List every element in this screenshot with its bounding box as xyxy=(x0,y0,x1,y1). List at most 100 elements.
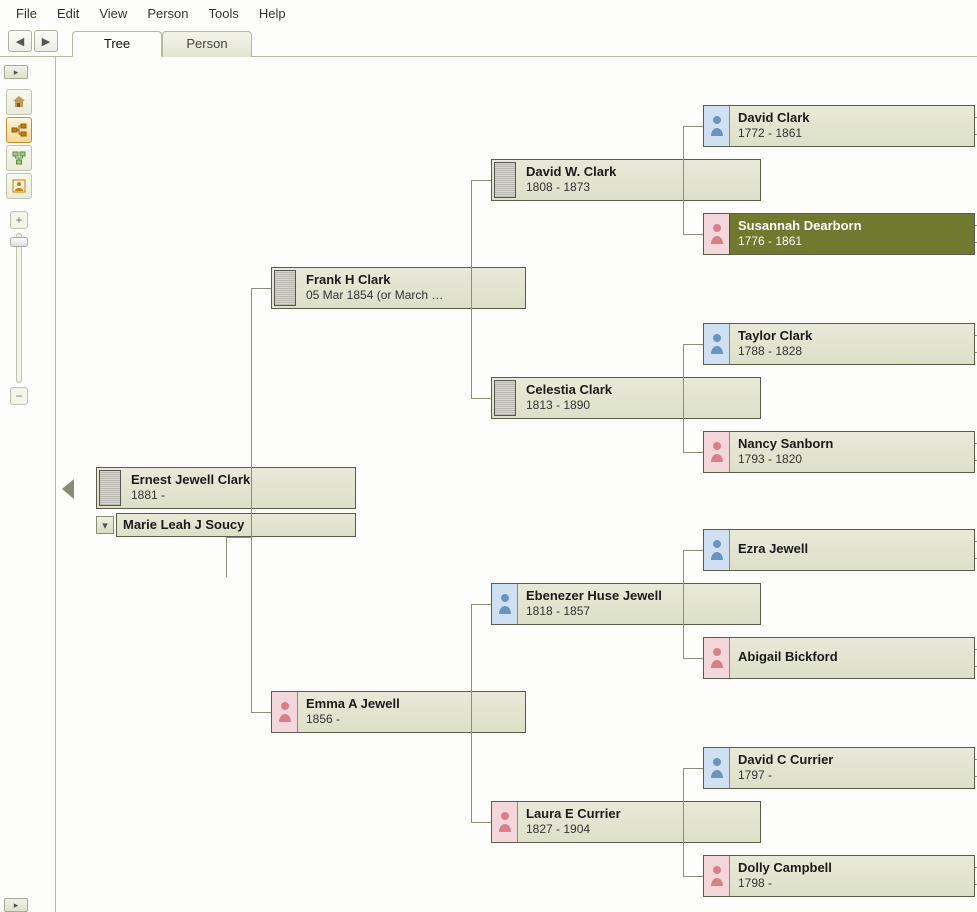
connector xyxy=(683,126,703,127)
home-icon xyxy=(11,94,27,110)
person-mggf2[interactable]: David C Currier1797 - xyxy=(703,747,975,789)
female-silhouette-icon xyxy=(272,692,298,732)
spouse-dropdown[interactable] xyxy=(96,516,114,534)
person-mgm[interactable]: Laura E Currier 1827 - 1904 xyxy=(491,801,761,843)
person-mggm2[interactable]: Dolly Campbell1798 - xyxy=(703,855,975,897)
female-silhouette-icon xyxy=(492,802,518,842)
pedigree-view-button[interactable] xyxy=(6,117,32,143)
person-pgm[interactable]: Celestia Clark 1813 - 1890 xyxy=(491,377,761,419)
menu-edit[interactable]: Edit xyxy=(47,4,89,23)
panel-toggle-top[interactable] xyxy=(4,65,28,79)
person-pggm1[interactable]: Susannah Dearborn1776 - 1861 xyxy=(703,213,975,255)
person-pggf1[interactable]: David Clark1772 - 1861 xyxy=(703,105,975,147)
photo-thumb-icon xyxy=(274,270,296,306)
person-name: Ezra Jewell xyxy=(738,541,808,557)
connector xyxy=(226,537,251,538)
person-dates: 1772 - 1861 xyxy=(738,126,810,141)
spouse-row: Marie Leah J Soucy xyxy=(96,513,356,537)
family-view-button[interactable] xyxy=(6,145,32,171)
person-dates: 1798 - xyxy=(738,876,832,891)
female-silhouette-icon xyxy=(704,856,730,896)
person-dates: 1808 - 1873 xyxy=(526,180,616,195)
person-name: Ernest Jewell Clark xyxy=(131,472,250,488)
person-name: Marie Leah J Soucy xyxy=(123,517,244,533)
person-mother[interactable]: Emma A Jewell 1856 - xyxy=(271,691,526,733)
person-name: David C Currier xyxy=(738,752,833,768)
person-dates: 1881 - xyxy=(131,488,250,503)
connector xyxy=(683,550,684,658)
connector xyxy=(683,658,703,659)
connector xyxy=(471,180,472,398)
zoom-slider-thumb[interactable] xyxy=(10,237,28,247)
person-name: Laura E Currier xyxy=(526,806,621,822)
zoom-out-button[interactable]: − xyxy=(10,387,28,405)
person-dates: 1788 - 1828 xyxy=(738,344,812,359)
person-father[interactable]: Frank H Clark 05 Mar 1854 (or March … xyxy=(271,267,526,309)
tab-person[interactable]: Person xyxy=(162,31,252,57)
person-root[interactable]: Ernest Jewell Clark 1881 - xyxy=(96,467,356,509)
male-silhouette-icon xyxy=(704,106,730,146)
person-name: Ebenezer Huse Jewell xyxy=(526,588,662,604)
person-name: Frank H Clark xyxy=(306,272,443,288)
photo-thumb-icon xyxy=(99,470,121,506)
menu-help[interactable]: Help xyxy=(249,4,296,23)
menu-person[interactable]: Person xyxy=(137,4,198,23)
person-spouse[interactable]: Marie Leah J Soucy xyxy=(116,513,356,537)
zoom-slider[interactable] xyxy=(16,233,22,383)
person-dates: 1797 - xyxy=(738,768,833,783)
menu-file[interactable]: File xyxy=(6,4,47,23)
connector xyxy=(471,398,491,399)
person-pggm2[interactable]: Nancy Sanborn1793 - 1820 xyxy=(703,431,975,473)
person-dates: 05 Mar 1854 (or March … xyxy=(306,288,443,303)
connector xyxy=(471,604,472,822)
connector xyxy=(471,180,491,181)
family-icon xyxy=(11,150,27,166)
root-left-arrow-icon[interactable] xyxy=(62,479,74,499)
connector xyxy=(251,288,271,289)
menu-bar: File Edit View Person Tools Help xyxy=(0,0,977,25)
content-area: + − Ernest Jewell Clark 1881 - Marie Lea… xyxy=(0,57,977,912)
tab-bar: Tree Person xyxy=(72,30,252,56)
home-view-button[interactable] xyxy=(6,89,32,115)
photo-thumb-icon xyxy=(494,380,516,416)
tab-tree[interactable]: Tree xyxy=(72,31,162,57)
left-toolbar: + − xyxy=(0,57,56,912)
male-silhouette-icon xyxy=(704,324,730,364)
forward-button[interactable]: ▶ xyxy=(34,30,58,52)
connector xyxy=(683,768,684,876)
pedigree-icon xyxy=(11,122,27,138)
connector xyxy=(683,126,684,234)
person-dates: 1793 - 1820 xyxy=(738,452,833,467)
menu-tools[interactable]: Tools xyxy=(199,4,249,23)
back-button[interactable]: ◀ xyxy=(8,30,32,52)
connector xyxy=(471,604,491,605)
male-silhouette-icon xyxy=(704,530,730,570)
person-mggf1[interactable]: Ezra Jewell xyxy=(703,529,975,571)
person-dates: 1827 - 1904 xyxy=(526,822,621,837)
person-pgf[interactable]: David W. Clark 1808 - 1873 xyxy=(491,159,761,201)
person-name: Taylor Clark xyxy=(738,328,812,344)
person-pggf2[interactable]: Taylor Clark1788 - 1828 xyxy=(703,323,975,365)
female-silhouette-icon xyxy=(704,214,730,254)
person-mgf[interactable]: Ebenezer Huse Jewell 1818 - 1857 xyxy=(491,583,761,625)
person-name: Emma A Jewell xyxy=(306,696,400,712)
connector xyxy=(683,344,684,452)
person-dates: 1813 - 1890 xyxy=(526,398,612,413)
tree-canvas[interactable]: Ernest Jewell Clark 1881 - Marie Leah J … xyxy=(56,57,977,912)
person-view-button[interactable] xyxy=(6,173,32,199)
person-dates: 1856 - xyxy=(306,712,400,727)
person-name: David W. Clark xyxy=(526,164,616,180)
person-name: Nancy Sanborn xyxy=(738,436,833,452)
person-icon xyxy=(11,178,27,194)
person-dates: 1776 - 1861 xyxy=(738,234,862,249)
connector xyxy=(683,344,703,345)
photo-thumb-icon xyxy=(494,162,516,198)
connector xyxy=(683,452,703,453)
connector xyxy=(683,876,703,877)
female-silhouette-icon xyxy=(704,432,730,472)
zoom-in-button[interactable]: + xyxy=(10,211,28,229)
connector xyxy=(251,712,271,713)
male-silhouette-icon xyxy=(704,748,730,788)
menu-view[interactable]: View xyxy=(89,4,137,23)
person-mggm1[interactable]: Abigail Bickford xyxy=(703,637,975,679)
